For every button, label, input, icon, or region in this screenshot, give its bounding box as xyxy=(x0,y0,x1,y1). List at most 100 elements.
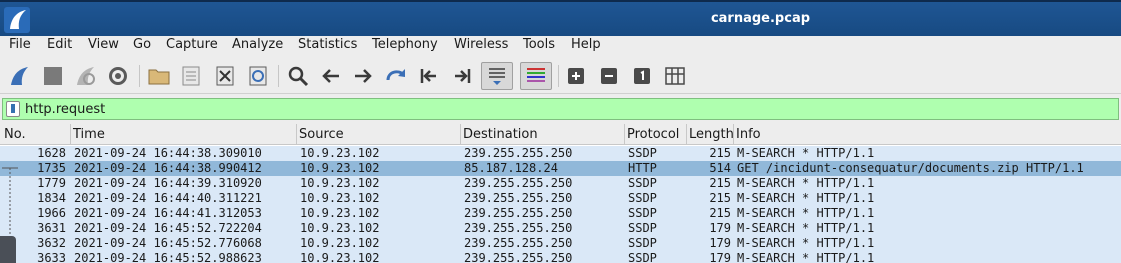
toolbar-separator xyxy=(139,65,140,87)
menu-go[interactable]: Go xyxy=(133,37,151,52)
display-filter-input[interactable] xyxy=(25,100,1105,118)
cell-source: 10.9.23.102 xyxy=(300,206,380,220)
stop-capture-button[interactable] xyxy=(39,62,67,90)
packet-row[interactable]: 3631 2021-09-24 16:45:52.722204 10.9.23.10… xyxy=(0,221,1121,236)
cell-length: 179 xyxy=(709,236,731,250)
column-divider[interactable] xyxy=(733,124,734,145)
cell-time: 2021-09-24 16:44:40.311221 xyxy=(74,191,262,205)
toolbar-separator xyxy=(558,65,559,87)
go-to-packet-button[interactable] xyxy=(382,62,410,90)
menu-help[interactable]: Help xyxy=(571,37,601,52)
cell-protocol: HTTP xyxy=(628,161,657,175)
cell-length: 179 xyxy=(709,251,731,263)
cell-source: 10.9.23.102 xyxy=(300,251,380,263)
cell-info: M-SEARCH * HTTP/1.1 xyxy=(737,176,875,190)
open-file-button[interactable] xyxy=(145,62,173,90)
bookmark-icon[interactable] xyxy=(6,101,20,117)
go-to-packet-icon xyxy=(386,69,406,81)
close-file-button[interactable] xyxy=(211,62,239,90)
column-header-length[interactable]: Length xyxy=(689,127,734,142)
packet-row[interactable]: 1779 2021-09-24 16:44:39.310920 10.9.23.10… xyxy=(0,176,1121,191)
cell-protocol: SSDP xyxy=(628,236,657,250)
window-title: carnage.pcap xyxy=(710,11,811,26)
toolbar-separator xyxy=(278,65,279,87)
column-header-info[interactable]: Info xyxy=(736,127,761,142)
cell-source: 10.9.23.102 xyxy=(300,236,380,250)
zoom-out-button[interactable] xyxy=(595,62,623,90)
cell-destination: 85.187.128.24 xyxy=(464,161,558,175)
column-header-time[interactable]: Time xyxy=(73,127,105,142)
go-forward-icon xyxy=(355,69,372,83)
cell-destination: 239.255.255.250 xyxy=(464,176,573,190)
normal-size-icon xyxy=(634,68,650,84)
find-packet-icon xyxy=(288,66,309,87)
menu-edit[interactable]: Edit xyxy=(47,37,72,52)
go-forward-button[interactable] xyxy=(349,62,377,90)
cell-protocol: SSDP xyxy=(628,251,657,263)
go-back-button[interactable] xyxy=(317,62,345,90)
display-filter-bar xyxy=(2,98,1119,120)
cell-protocol: SSDP xyxy=(628,206,657,220)
menu-telephony[interactable]: Telephony xyxy=(372,37,438,52)
menu-statistics[interactable]: Statistics xyxy=(298,37,357,52)
restart-capture-button[interactable] xyxy=(72,62,100,90)
cell-length: 215 xyxy=(709,146,731,160)
packet-row[interactable]: 1628 2021-09-24 16:44:38.309010 10.9.23.10… xyxy=(0,146,1121,161)
start-capture-button[interactable] xyxy=(6,62,34,90)
column-header-no[interactable]: No. xyxy=(4,127,26,142)
cell-destination: 239.255.255.250 xyxy=(464,206,573,220)
column-header-protocol[interactable]: Protocol xyxy=(627,127,679,142)
save-file-button[interactable] xyxy=(177,62,205,90)
cell-time: 2021-09-24 16:44:38.990412 xyxy=(74,161,262,175)
packet-row[interactable]: 1735 2021-09-24 16:44:38.990412 10.9.23.10… xyxy=(0,161,1121,176)
first-packet-icon xyxy=(420,69,436,83)
last-packet-button[interactable] xyxy=(448,62,476,90)
cell-info: M-SEARCH * HTTP/1.1 xyxy=(737,206,875,220)
packet-row[interactable]: 1834 2021-09-24 16:44:40.311221 10.9.23.10… xyxy=(0,191,1121,206)
capture-options-button[interactable] xyxy=(104,62,132,90)
find-packet-button[interactable] xyxy=(284,62,312,90)
column-divider[interactable] xyxy=(70,124,71,145)
resize-columns-button[interactable] xyxy=(661,62,689,90)
menu-analyze[interactable]: Analyze xyxy=(232,37,283,52)
packet-list-header: No. Time Source Destination Protocol Len… xyxy=(0,124,1121,145)
cell-info: GET /incidunt-consequatur/documents.zip … xyxy=(737,161,1084,175)
colorize-button[interactable] xyxy=(520,62,552,90)
cell-length: 215 xyxy=(709,191,731,205)
menu-bar: File Edit View Go Capture Analyze Statis… xyxy=(0,36,1121,58)
column-divider[interactable] xyxy=(296,124,297,145)
side-dock-handle[interactable] xyxy=(0,236,16,263)
menu-wireless[interactable]: Wireless xyxy=(454,37,508,52)
packet-row[interactable]: 1966 2021-09-24 16:44:41.312053 10.9.23.10… xyxy=(0,206,1121,221)
colorize-icon xyxy=(527,68,545,82)
reload-file-button[interactable] xyxy=(244,62,272,90)
cell-protocol: SSDP xyxy=(628,176,657,190)
zoom-in-icon xyxy=(568,68,584,84)
packet-list: No. Time Source Destination Protocol Len… xyxy=(0,124,1121,263)
cell-length: 215 xyxy=(709,176,731,190)
cell-source: 10.9.23.102 xyxy=(300,161,380,175)
cell-time: 2021-09-24 16:44:41.312053 xyxy=(74,206,262,220)
normal-size-button[interactable] xyxy=(628,62,656,90)
column-divider[interactable] xyxy=(624,124,625,145)
menu-capture[interactable]: Capture xyxy=(166,37,218,52)
cell-protocol: SSDP xyxy=(628,221,657,235)
cell-destination: 239.255.255.250 xyxy=(464,146,573,160)
column-divider[interactable] xyxy=(686,124,687,145)
zoom-in-button[interactable] xyxy=(562,62,590,90)
first-packet-button[interactable] xyxy=(415,62,443,90)
cell-info: M-SEARCH * HTTP/1.1 xyxy=(737,251,875,263)
go-back-icon xyxy=(322,69,339,83)
packet-row[interactable]: 3633 2021-09-24 16:45:52.988623 10.9.23.10… xyxy=(0,251,1121,263)
cell-protocol: SSDP xyxy=(628,191,657,205)
column-divider[interactable] xyxy=(460,124,461,145)
menu-file[interactable]: File xyxy=(9,37,31,52)
auto-scroll-button[interactable] xyxy=(481,62,513,90)
menu-view[interactable]: View xyxy=(88,37,119,52)
menu-tools[interactable]: Tools xyxy=(523,37,555,52)
packet-row[interactable]: 3632 2021-09-24 16:45:52.776068 10.9.23.10… xyxy=(0,236,1121,251)
cell-length: 514 xyxy=(709,161,731,175)
column-header-source[interactable]: Source xyxy=(299,127,344,142)
column-header-destination[interactable]: Destination xyxy=(463,127,538,142)
cell-info: M-SEARCH * HTTP/1.1 xyxy=(737,146,875,160)
